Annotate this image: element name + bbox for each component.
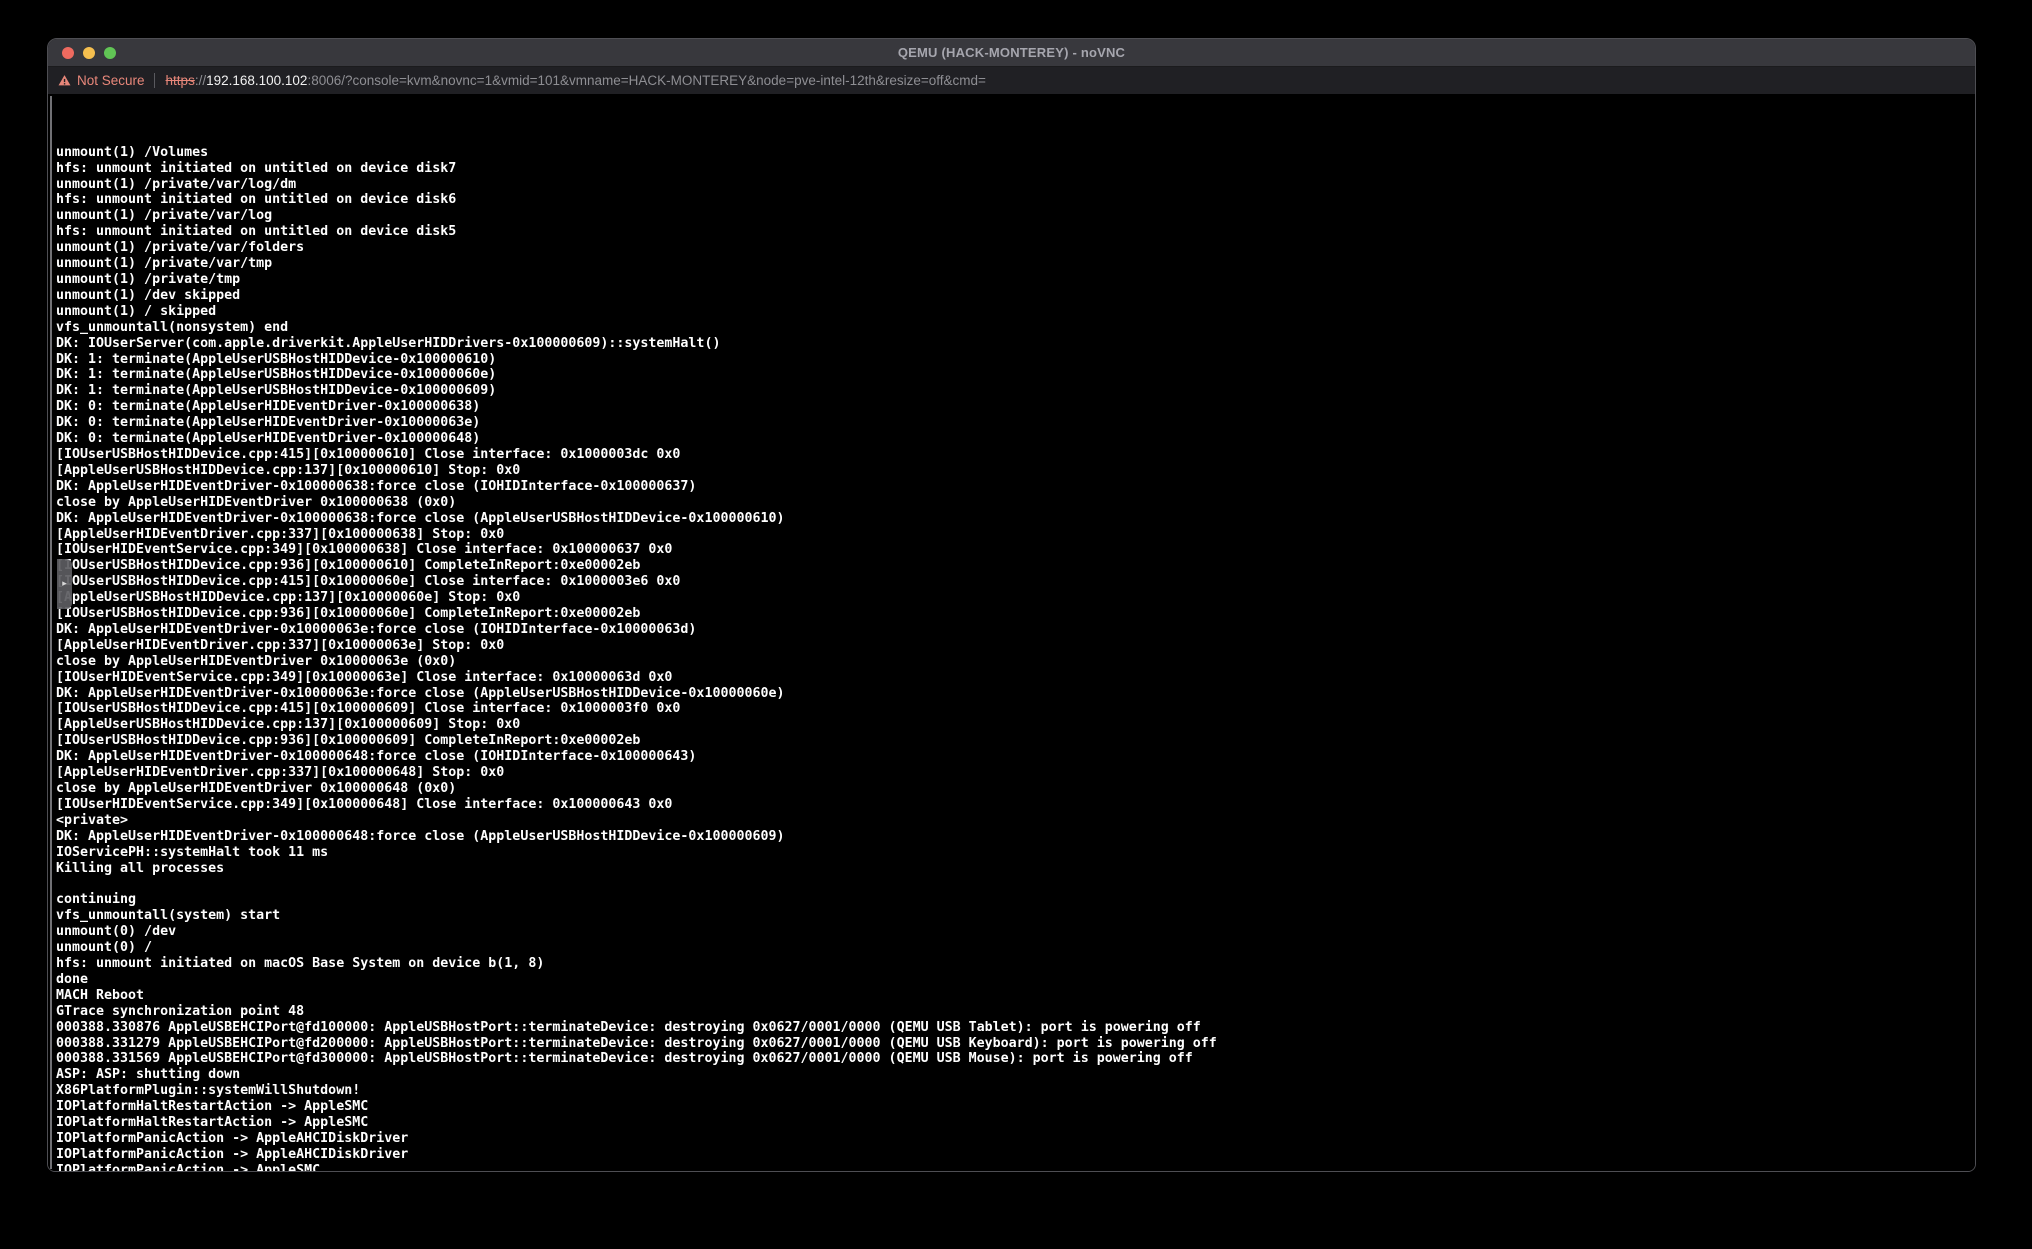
- terminal-line: unmount(0) /dev: [56, 924, 1975, 940]
- terminal-line: hfs: unmount initiated on macOS Base Sys…: [56, 956, 1975, 972]
- terminal-line: ASP: ASP: shutting down: [56, 1067, 1975, 1083]
- terminal-line: DK: AppleUserHIDEventDriver-0x100000638:…: [56, 479, 1975, 495]
- url-delimiter: ://: [195, 73, 206, 88]
- terminal-line: [AppleUserHIDEventDriver.cpp:337][0x1000…: [56, 765, 1975, 781]
- terminal-line: 000388.331279 AppleUSBEHCIPort@fd200000:…: [56, 1036, 1975, 1052]
- terminal-line: unmount(1) /Volumes: [56, 145, 1975, 161]
- terminal-line: DK: IOUserServer(com.apple.driverkit.App…: [56, 336, 1975, 352]
- terminal-line: DK: AppleUserHIDEventDriver-0x100000648:…: [56, 749, 1975, 765]
- terminal-line: [IOUserUSBHostHIDDevice.cpp:936][0x10000…: [56, 558, 1975, 574]
- zoom-button[interactable]: [104, 47, 116, 59]
- terminal-line: [AppleUserHIDEventDriver.cpp:337][0x1000…: [56, 527, 1975, 543]
- terminal-line: IOServicePH::systemHalt took 11 ms: [56, 845, 1975, 861]
- terminal-line: DK: AppleUserHIDEventDriver-0x100000648:…: [56, 829, 1975, 845]
- terminal-line: [IOUserUSBHostHIDDevice.cpp:415][0x10000…: [56, 701, 1975, 717]
- terminal-line: [IOUserUSBHostHIDDevice.cpp:936][0x10000…: [56, 733, 1975, 749]
- terminal-line: [AppleUserHIDEventDriver.cpp:337][0x1000…: [56, 638, 1975, 654]
- terminal-line: close by AppleUserHIDEventDriver 0x10000…: [56, 654, 1975, 670]
- console-log: unmount(1) /Volumeshfs: unmount initiate…: [48, 94, 1975, 1172]
- close-button[interactable]: [62, 47, 74, 59]
- url-host: 192.168.100.102: [206, 73, 307, 88]
- chevron-right-icon: ▸: [62, 580, 67, 589]
- terminal-line: DK: 0: terminate(AppleUserHIDEventDriver…: [56, 431, 1975, 447]
- terminal-line: unmount(1) /private/var/log: [56, 208, 1975, 224]
- terminal-line: GTrace synchronization point 48: [56, 1004, 1975, 1020]
- minimize-button[interactable]: [83, 47, 95, 59]
- terminal-line: DK: 1: terminate(AppleUserUSBHostHIDDevi…: [56, 383, 1975, 399]
- terminal-line: hfs: unmount initiated on untitled on de…: [56, 224, 1975, 240]
- terminal-line: IOPlatformPanicAction -> AppleSMC: [56, 1163, 1975, 1172]
- terminal-line: 000388.331569 AppleUSBEHCIPort@fd300000:…: [56, 1051, 1975, 1067]
- terminal-line: IOPlatformPanicAction -> AppleAHCIDiskDr…: [56, 1147, 1975, 1163]
- terminal-line: [56, 876, 1975, 892]
- terminal-line: DK: 0: terminate(AppleUserHIDEventDriver…: [56, 415, 1975, 431]
- terminal-line: close by AppleUserHIDEventDriver 0x10000…: [56, 781, 1975, 797]
- terminal-line: [IOUserUSBHostHIDDevice.cpp:415][0x10000…: [56, 447, 1975, 463]
- security-status-label[interactable]: Not Secure: [77, 73, 145, 88]
- terminal-line: hfs: unmount initiated on untitled on de…: [56, 192, 1975, 208]
- terminal-line: [IOUserHIDEventService.cpp:349][0x100000…: [56, 542, 1975, 558]
- address-bar[interactable]: Not Secure https://192.168.100.102:8006/…: [48, 67, 1975, 95]
- terminal-line: DK: AppleUserHIDEventDriver-0x10000063e:…: [56, 622, 1975, 638]
- not-secure-warning-icon[interactable]: [58, 74, 71, 87]
- terminal-line: continuing: [56, 892, 1975, 908]
- terminal-line: [AppleUserUSBHostHIDDevice.cpp:137][0x10…: [56, 717, 1975, 733]
- urlbar-divider: [154, 73, 155, 88]
- terminal-line: MACH Reboot: [56, 988, 1975, 1004]
- novnc-control-bar-handle[interactable]: ▸: [57, 559, 72, 609]
- terminal-line: IOPlatformPanicAction -> AppleAHCIDiskDr…: [56, 1131, 1975, 1147]
- terminal-line: hfs: unmount initiated on untitled on de…: [56, 161, 1975, 177]
- terminal-line: [IOUserHIDEventService.cpp:349][0x100000…: [56, 797, 1975, 813]
- terminal-line: vfs_unmountall(system) start: [56, 908, 1975, 924]
- terminal-line: unmount(1) /private/var/tmp: [56, 256, 1975, 272]
- framebuffer-left-edge: [50, 96, 52, 1169]
- window-titlebar[interactable]: QEMU (HACK-MONTEREY) - noVNC: [48, 39, 1975, 67]
- url-path-query: :8006/?console=kvm&novnc=1&vmid=101&vmna…: [307, 73, 985, 88]
- terminal-line: DK: AppleUserHIDEventDriver-0x10000063e:…: [56, 686, 1975, 702]
- terminal-line: X86PlatformPlugin::systemWillShutdown!: [56, 1083, 1975, 1099]
- terminal-line: IOPlatformHaltRestartAction -> AppleSMC: [56, 1115, 1975, 1131]
- terminal-line: <private>: [56, 813, 1975, 829]
- url-scheme: https: [166, 73, 195, 88]
- url-field[interactable]: https://192.168.100.102:8006/?console=kv…: [166, 73, 986, 88]
- terminal-line: DK: 1: terminate(AppleUserUSBHostHIDDevi…: [56, 352, 1975, 368]
- terminal-line: DK: AppleUserHIDEventDriver-0x100000638:…: [56, 511, 1975, 527]
- vnc-console-screen[interactable]: unmount(1) /Volumeshfs: unmount initiate…: [48, 94, 1975, 1171]
- browser-window: QEMU (HACK-MONTEREY) - noVNC Not Secure …: [47, 38, 1976, 1172]
- terminal-line: IOPlatformHaltRestartAction -> AppleSMC: [56, 1099, 1975, 1115]
- terminal-line: [AppleUserUSBHostHIDDevice.cpp:137][0x10…: [56, 590, 1975, 606]
- terminal-line: close by AppleUserHIDEventDriver 0x10000…: [56, 495, 1975, 511]
- terminal-line: DK: 1: terminate(AppleUserUSBHostHIDDevi…: [56, 367, 1975, 383]
- terminal-line: [IOUserUSBHostHIDDevice.cpp:415][0x10000…: [56, 574, 1975, 590]
- terminal-line: done: [56, 972, 1975, 988]
- terminal-line: unmount(1) /private/var/folders: [56, 240, 1975, 256]
- terminal-line: [IOUserHIDEventService.cpp:349][0x100000…: [56, 670, 1975, 686]
- terminal-line: vfs_unmountall(nonsystem) end: [56, 320, 1975, 336]
- terminal-line: Killing all processes: [56, 861, 1975, 877]
- terminal-line: unmount(1) /private/var/log/dm: [56, 177, 1975, 193]
- terminal-line: unmount(1) / skipped: [56, 304, 1975, 320]
- window-title: QEMU (HACK-MONTEREY) - noVNC: [898, 45, 1125, 60]
- terminal-line: unmount(1) /private/tmp: [56, 272, 1975, 288]
- traffic-lights: [62, 47, 116, 59]
- terminal-line: [IOUserUSBHostHIDDevice.cpp:936][0x10000…: [56, 606, 1975, 622]
- terminal-line: [AppleUserUSBHostHIDDevice.cpp:137][0x10…: [56, 463, 1975, 479]
- terminal-line: DK: 0: terminate(AppleUserHIDEventDriver…: [56, 399, 1975, 415]
- terminal-line: unmount(1) /dev skipped: [56, 288, 1975, 304]
- terminal-line: 000388.330876 AppleUSBEHCIPort@fd100000:…: [56, 1020, 1975, 1036]
- terminal-line: unmount(0) /: [56, 940, 1975, 956]
